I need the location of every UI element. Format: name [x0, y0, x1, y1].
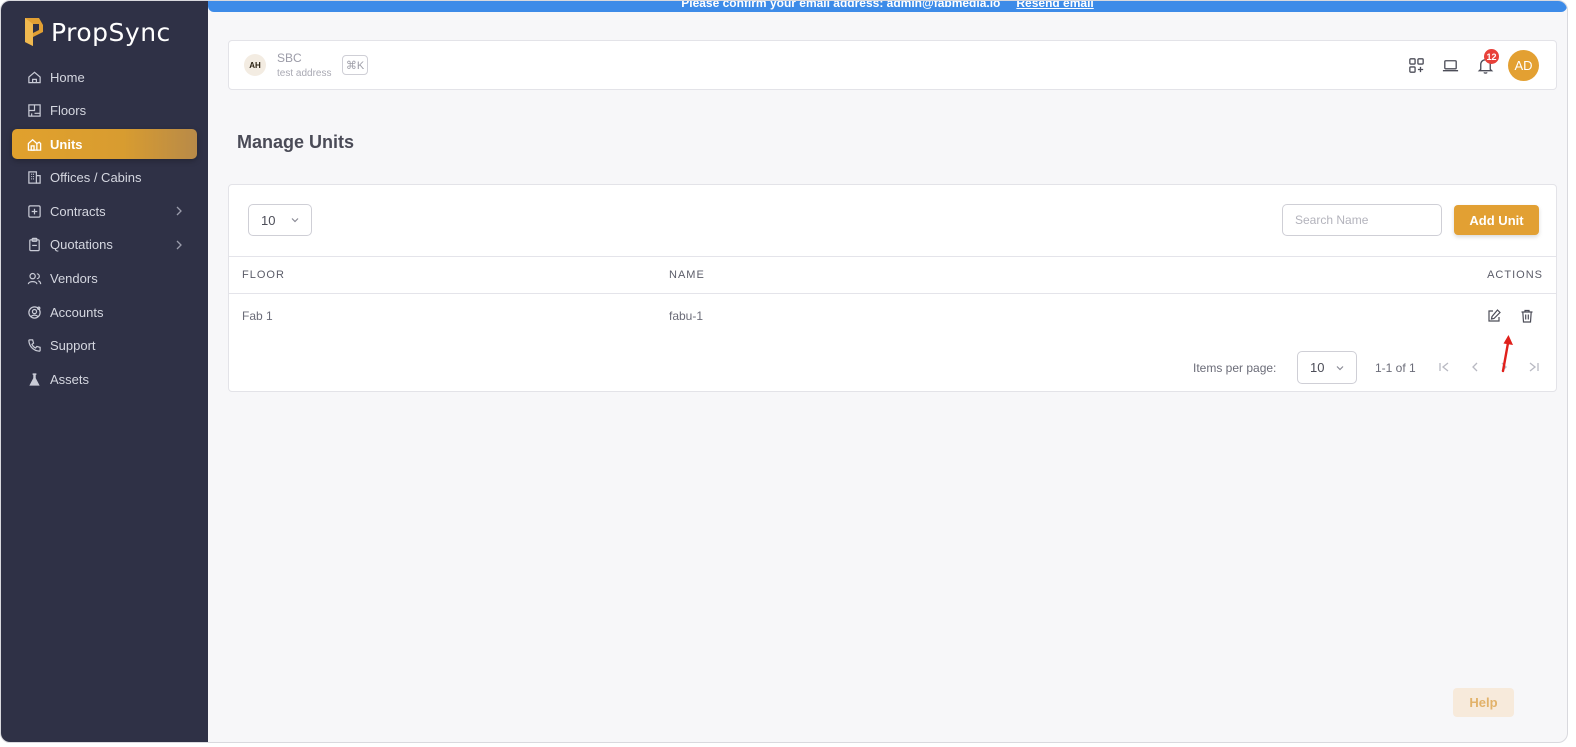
sidebar-item-label: Support [50, 338, 96, 354]
sidebar-item-home[interactable]: Home [12, 62, 197, 92]
previous-page-icon[interactable] [1468, 360, 1482, 374]
items-per-page-value: 10 [1310, 360, 1325, 375]
last-page-icon[interactable] [1527, 360, 1541, 374]
sidebar-item-label: Assets [50, 371, 90, 387]
laptop-icon[interactable] [1440, 55, 1460, 75]
sidebar-item-label: Floors [50, 103, 87, 119]
cell-name: fabu-1 [669, 309, 704, 323]
edit-icon[interactable] [1486, 308, 1502, 324]
chevron-right-icon [176, 206, 182, 216]
page-title: Manage Units [237, 132, 355, 152]
home-icon [26, 69, 42, 85]
sidebar-item-quotations[interactable]: Quotations [12, 230, 197, 260]
units-table-card: 10 Add Unit FLOOR NAME ACTIONS Fab 1 fab… [228, 184, 1557, 392]
sidebar-item-offices-cabins[interactable]: Offices / Cabins [12, 163, 197, 193]
sidebar-item-floors[interactable]: Floors [12, 96, 197, 126]
sidebar-item-label: Contracts [50, 203, 106, 219]
table-row[interactable]: Fab 1 fabu-1 [229, 294, 1556, 338]
command-shortcut-badge[interactable]: ⌘K [342, 55, 368, 75]
org-logo[interactable]: AH [244, 54, 266, 76]
org-address: test address [277, 68, 332, 79]
notification-count-badge: 12 [1484, 49, 1499, 64]
phone-icon [26, 338, 42, 354]
pagination-range: 1-1 of 1 [1375, 361, 1416, 375]
table-header: FLOOR NAME ACTIONS [229, 256, 1556, 294]
account-icon [26, 304, 42, 320]
search-input[interactable] [1282, 204, 1442, 236]
sidebar: PropSync Home Floors Units Offices / Cab… [1, 1, 208, 742]
email-confirm-banner: Please confirm your email address: admin… [208, 1, 1567, 12]
sidebar-item-accounts[interactable]: Accounts [12, 297, 197, 327]
add-unit-button[interactable]: Add Unit [1454, 205, 1539, 235]
sidebar-item-contracts[interactable]: Contracts [12, 196, 197, 226]
page-size-value: 10 [261, 212, 276, 228]
sidebar-item-vendors[interactable]: Vendors [12, 264, 197, 294]
app-window: PropSync Home Floors Units Offices / Cab… [0, 0, 1568, 743]
sidebar-item-label: Quotations [50, 237, 113, 253]
app-name: PropSync [51, 17, 171, 47]
items-per-page-label: Items per page: [1193, 361, 1277, 375]
sidebar-item-units[interactable]: Units [12, 129, 197, 160]
delete-icon[interactable] [1519, 308, 1535, 324]
sidebar-item-support[interactable]: Support [12, 331, 197, 361]
chevron-right-icon [176, 240, 182, 250]
clipboard-icon [26, 237, 42, 253]
resend-email-link[interactable]: Resend email [1016, 1, 1093, 10]
building-icon [26, 136, 42, 152]
office-icon [26, 170, 42, 186]
sidebar-item-label: Home [50, 69, 85, 85]
sidebar-item-assets[interactable]: Assets [12, 364, 197, 394]
sidebar-item-label: Offices / Cabins [50, 170, 142, 186]
floor-plan-icon [26, 103, 42, 119]
sidebar-item-label: Accounts [50, 304, 104, 320]
user-avatar[interactable]: AD [1508, 50, 1539, 81]
app-logo[interactable]: PropSync [23, 15, 171, 49]
items-per-page-select[interactable]: 10 [1297, 351, 1357, 384]
apps-grid-icon[interactable] [1406, 55, 1426, 75]
sidebar-item-label: Units [50, 136, 83, 152]
banner-message: Please confirm your email address: admin… [681, 1, 1001, 10]
help-button[interactable]: Help [1453, 688, 1514, 717]
flask-icon [26, 371, 42, 387]
column-header-actions: ACTIONS [1487, 269, 1543, 281]
sidebar-nav: Home Floors Units Offices / Cabins Contr… [12, 62, 197, 398]
org-name[interactable]: SBC [277, 51, 302, 65]
cell-floor: Fab 1 [242, 309, 273, 323]
column-header-floor[interactable]: FLOOR [242, 269, 285, 281]
top-header: AH SBC test address ⌘K 12 AD [228, 40, 1557, 90]
column-header-name[interactable]: NAME [669, 269, 705, 281]
users-icon [26, 271, 42, 287]
chevron-down-icon [1336, 365, 1344, 370]
contract-icon [26, 203, 42, 219]
page-size-select[interactable]: 10 [248, 204, 312, 236]
first-page-icon[interactable] [1437, 360, 1451, 374]
sidebar-item-label: Vendors [50, 271, 98, 287]
propsync-logo-icon [25, 18, 43, 46]
chevron-down-icon [291, 218, 299, 223]
annotation-arrow-icon [1501, 335, 1513, 373]
